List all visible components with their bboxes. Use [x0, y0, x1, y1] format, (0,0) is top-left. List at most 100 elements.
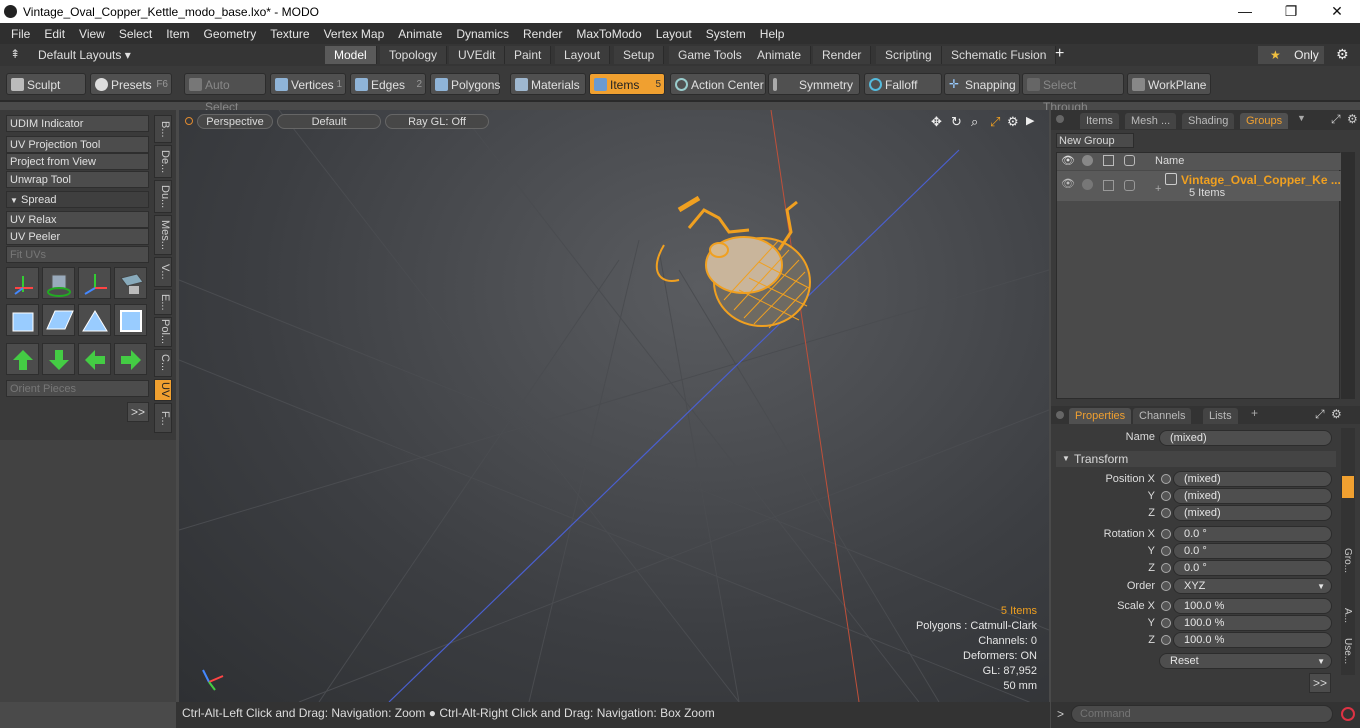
tab-uvedit[interactable]: UVEdit — [449, 46, 506, 64]
vtab-f[interactable]: F... — [154, 403, 172, 433]
panel-settings-icon[interactable]: ⚙ — [1347, 112, 1358, 126]
side-tab-use[interactable]: Use... — [1342, 638, 1353, 664]
position-x-anim-icon[interactable] — [1161, 474, 1171, 484]
side-tab-a[interactable]: A... — [1342, 608, 1353, 623]
uv-projection-tool-button[interactable]: UV Projection Tool — [6, 136, 149, 153]
uv-unwrap-icon[interactable] — [6, 304, 39, 336]
rotation-y-anim-icon[interactable] — [1161, 546, 1171, 556]
minimize-button[interactable]: — — [1222, 0, 1268, 23]
position-z-field[interactable]: (mixed) — [1173, 505, 1332, 521]
align-right-icon[interactable] — [114, 343, 147, 375]
tab-shading[interactable]: Shading — [1182, 113, 1235, 129]
materials-button[interactable]: Materials — [510, 73, 586, 95]
menu-item[interactable]: Item — [159, 27, 196, 41]
order-dropdown[interactable]: XYZ ▼ — [1173, 578, 1332, 594]
properties-more-button[interactable]: >> — [1309, 673, 1331, 693]
rotation-x-anim-icon[interactable] — [1161, 529, 1171, 539]
align-left-icon[interactable] — [78, 343, 111, 375]
raygl-toggle-button[interactable]: Ray GL: Off — [385, 114, 489, 129]
position-z-anim-icon[interactable] — [1161, 508, 1171, 518]
falloff-button[interactable]: Falloff — [864, 73, 942, 95]
uv-rotate-tool-icon[interactable] — [42, 267, 75, 299]
vtab-mes[interactable]: Mes... — [154, 215, 172, 255]
reset-dropdown[interactable]: Reset ▼ — [1159, 653, 1332, 669]
tab-topology[interactable]: Topology — [380, 46, 448, 64]
rotation-y-field[interactable]: 0.0 ° — [1173, 543, 1332, 559]
uv-scale-tool-icon[interactable] — [78, 267, 111, 299]
settings-gear-icon[interactable]: ⚙ — [1336, 46, 1349, 63]
groups-scrollbar[interactable] — [1341, 152, 1355, 399]
rotation-z-anim-icon[interactable] — [1161, 563, 1171, 573]
menu-view[interactable]: View — [72, 27, 112, 41]
menu-vertex-map[interactable]: Vertex Map — [317, 27, 392, 41]
uv-grid-icon[interactable] — [42, 304, 75, 336]
align-up-icon[interactable] — [6, 343, 39, 375]
more-tools-button[interactable]: >> — [127, 402, 149, 422]
menu-layout[interactable]: Layout — [649, 27, 699, 41]
vtab-pol[interactable]: Pol... — [154, 317, 172, 347]
uv-box-icon[interactable] — [114, 304, 147, 336]
add-tab-button[interactable]: + — [1055, 45, 1064, 63]
polygons-button[interactable]: Polygons — [430, 73, 500, 95]
default-layouts-dropdown[interactable]: Default Layouts ▾ — [38, 48, 131, 62]
close-button[interactable]: ✕ — [1314, 0, 1360, 23]
vtab-du[interactable]: Du... — [154, 180, 172, 213]
tab-render[interactable]: Render — [813, 46, 872, 64]
row-render-icon[interactable] — [1082, 179, 1093, 190]
rotate-view-icon[interactable]: ↻ — [951, 114, 962, 130]
maximize-button[interactable]: ❐ — [1268, 0, 1314, 23]
scale-z-anim-icon[interactable] — [1161, 635, 1171, 645]
tab-items[interactable]: Items — [1080, 113, 1119, 129]
tab-lists[interactable]: Lists — [1203, 408, 1238, 424]
tab-animate[interactable]: Animate — [748, 46, 812, 64]
project-from-view-button[interactable]: Project from View — [6, 153, 149, 170]
row-select-icon[interactable] — [1124, 180, 1135, 191]
tab-model[interactable]: Model — [325, 46, 377, 64]
only-toggle[interactable]: ★ Only — [1258, 46, 1324, 64]
scale-x-field[interactable]: 100.0 % — [1173, 598, 1332, 614]
menu-maxtomodo[interactable]: MaxToModo — [569, 27, 648, 41]
menu-render[interactable]: Render — [516, 27, 569, 41]
panel-menu-dot-icon[interactable] — [1056, 115, 1064, 123]
add-properties-tab-icon[interactable]: + — [1251, 406, 1258, 420]
pan-icon[interactable]: ✥ — [931, 114, 942, 130]
command-input[interactable] — [1071, 705, 1333, 723]
align-down-icon[interactable] — [42, 343, 75, 375]
transform-section[interactable]: ▼ Transform — [1056, 451, 1336, 467]
vtab-c[interactable]: C... — [154, 349, 172, 377]
vtab-uv[interactable]: UV — [154, 379, 172, 401]
menu-help[interactable]: Help — [753, 27, 792, 41]
side-tab-active[interactable] — [1342, 476, 1354, 498]
menu-edit[interactable]: Edit — [37, 27, 72, 41]
visibility-eye-icon[interactable]: 👁 — [1061, 154, 1075, 167]
tab-dropdown-icon[interactable]: ▼ — [1297, 113, 1306, 123]
sculpt-button[interactable]: Sculpt — [6, 73, 86, 95]
tab-setup[interactable]: Setup — [614, 46, 665, 64]
render-icon[interactable] — [1082, 155, 1093, 166]
row-lock-icon[interactable] — [1103, 180, 1114, 191]
uv-peeler-button[interactable]: UV Peeler — [6, 228, 149, 245]
tab-mesh[interactable]: Mesh ... — [1125, 113, 1177, 129]
position-x-field[interactable]: (mixed) — [1173, 471, 1332, 487]
menu-geometry[interactable]: Geometry — [197, 27, 264, 41]
menu-texture[interactable]: Texture — [263, 27, 316, 41]
viewport-menu-dot-icon[interactable] — [185, 117, 193, 125]
rotation-x-field[interactable]: 0.0 ° — [1173, 526, 1332, 542]
properties-menu-dot-icon[interactable] — [1056, 411, 1064, 419]
menu-file[interactable]: File — [4, 27, 37, 41]
properties-expand-icon[interactable]: ⤢ — [1315, 407, 1325, 422]
uv-relax-button[interactable]: UV Relax — [6, 211, 149, 228]
group-row[interactable]: 👁 + Vintage_Oval_Copper_Ke ... 5 Items — [1057, 171, 1341, 201]
symmetry-button[interactable]: Symmetry — [768, 73, 860, 95]
tab-properties[interactable]: Properties — [1069, 408, 1132, 424]
kettle-model[interactable] — [655, 195, 811, 329]
snapping-button[interactable]: ✛ Snapping — [944, 73, 1020, 95]
vtab-de[interactable]: De... — [154, 145, 172, 178]
items-button[interactable]: Items 5 — [589, 73, 665, 95]
uv-transform-tool-icon[interactable] — [114, 267, 147, 299]
edges-button[interactable]: Edges 2 — [350, 73, 426, 95]
3d-viewport[interactable]: Perspective Default Ray GL: Off ✥ ↻ ⌕ ⤢ … — [179, 110, 1049, 702]
row-eye-icon[interactable]: 👁 — [1061, 177, 1075, 190]
position-y-field[interactable]: (mixed) — [1173, 488, 1332, 504]
tab-paint[interactable]: Paint — [505, 46, 552, 64]
